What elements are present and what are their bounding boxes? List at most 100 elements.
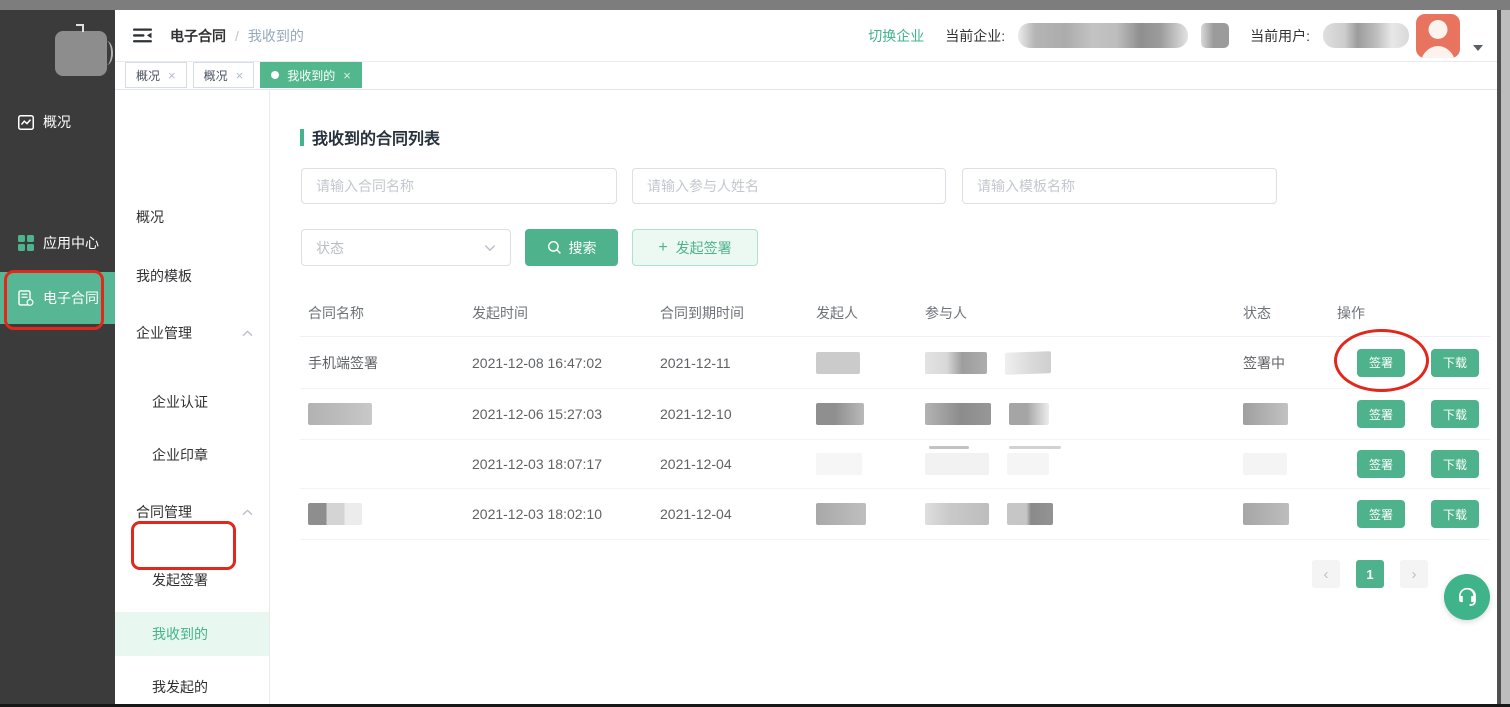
primary-sidebar-label: 应用中心 [43,233,99,253]
primary-sidebar-item-app-center[interactable]: 应用中心 [0,217,115,269]
avatar-torso-shape [1420,46,1456,58]
tab-close-icon[interactable]: × [236,69,244,82]
cell-expire-time: 2021-12-04 [660,489,812,539]
menu-item-enterprise-auth[interactable]: 企业认证 [115,382,269,422]
menu-label: 合同管理 [136,502,192,522]
download-button[interactable]: 下载 [1431,450,1479,478]
contract-name-input[interactable] [301,168,617,204]
table-row: 手机端签署 2021-12-08 16:47:02 2021-12-11 签署中… [300,337,1490,389]
cell-contract-name-redacted [308,389,468,439]
cell-actions: 签署 下载 [1337,389,1497,439]
tab-label: 我收到的 [287,67,335,84]
breadcrumb-section[interactable]: 电子合同 [170,26,226,46]
cell-initiator-redacted [816,389,922,439]
cell-actions: 签署 下载 [1337,337,1497,388]
table-row: 2021-12-03 18:07:17 2021-12-04 签署 下载 [300,440,1490,489]
page-title: 我收到的合同列表 [312,125,440,149]
current-company-suffix-redacted [1201,23,1229,48]
tab-close-icon[interactable]: × [343,69,351,82]
open-tabs-bar: 概况 × 概况 × 我收到的 × [115,62,1497,90]
pagination: ‹ 1 › [1312,560,1428,588]
cell-expire-time: 2021-12-11 [660,337,812,388]
sign-button[interactable]: 签署 [1357,400,1405,428]
menu-item-initiated-by-me[interactable]: 我发起的 [115,667,269,707]
menu-label: 企业印章 [152,445,208,465]
menu-item-received-by-me[interactable]: 我收到的 [115,612,269,656]
cell-initiator-redacted [816,489,922,539]
primary-sidebar-label: 电子合同 [43,288,99,308]
sign-button[interactable]: 签署 [1357,500,1405,528]
sidebar-collapse-icon[interactable] [133,28,152,43]
menu-item-enterprise-seal[interactable]: 企业印章 [115,435,269,475]
download-button[interactable]: 下载 [1431,400,1479,428]
menu-group-enterprise-management[interactable]: 企业管理 [115,313,269,353]
search-button-label: 搜索 [569,238,597,258]
cell-contract-name: 手机端签署 [308,337,468,388]
table-row: 2021-12-03 18:02:10 2021-12-04 签署 下载 [300,489,1490,540]
menu-label: 我发起的 [152,677,208,697]
cell-status-redacted [1243,489,1333,539]
cell-status-redacted [1243,440,1333,488]
search-button[interactable]: 搜索 [525,229,618,266]
cell-participants-redacted [925,389,1239,439]
line-chart-icon [17,115,34,130]
tab-label: 概况 [204,67,228,84]
col-contract-name: 合同名称 [308,290,468,336]
top-header: 电子合同 / 我收到的 切换企业 当前企业: 当前用户: [115,10,1497,62]
tab-overview-2[interactable]: 概况 × [193,62,255,88]
download-button[interactable]: 下载 [1431,349,1479,377]
initiate-signing-label: 发起签署 [676,238,732,258]
window-top-strip [0,0,1510,10]
cell-start-time: 2021-12-08 16:47:02 [472,337,656,388]
template-name-input[interactable] [962,168,1277,204]
col-status: 状态 [1243,290,1333,336]
avatar-head-shape [1429,20,1448,39]
menu-item-my-templates[interactable]: 我的模板 [115,256,269,296]
menu-label: 发起签署 [152,570,208,590]
app-logo-mark [100,41,113,65]
primary-sidebar-item-e-contract[interactable]: 电子合同 [0,272,115,324]
cell-contract-name-redacted [308,489,468,539]
current-company-label: 当前企业: [945,26,1005,46]
sign-button[interactable]: 签署 [1357,349,1405,377]
menu-group-contract-management[interactable]: 合同管理 [115,492,269,532]
section-title: 我收到的合同列表 [300,125,440,149]
status-select-placeholder: 状态 [316,238,344,258]
cell-status-redacted [1243,389,1333,439]
pagination-page-1[interactable]: 1 [1356,560,1384,588]
app-window: 概况 应用中心 电子合同 电子合同 / 我收到的 切换企业 当前企业: [0,0,1510,707]
tab-overview-1[interactable]: 概况 × [125,62,187,88]
col-participants: 参与人 [925,290,1239,336]
menu-item-initiate-signing[interactable]: 发起签署 [115,560,269,600]
menu-item-overview[interactable]: 概况 [115,197,269,237]
sign-button[interactable]: 签署 [1357,450,1405,478]
pagination-prev-button[interactable]: ‹ [1312,560,1340,588]
primary-sidebar-item-overview[interactable]: 概况 [0,96,115,148]
header-right-group: 切换企业 当前企业: 当前用户: [868,14,1483,58]
participant-name-input[interactable] [632,168,946,204]
plus-icon: + [658,240,667,256]
breadcrumb-separator: / [235,28,239,44]
contract-doc-icon [17,290,34,306]
tab-close-icon[interactable]: × [168,69,176,82]
customer-service-fab[interactable] [1444,574,1490,620]
user-menu-caret-icon[interactable] [1473,45,1483,51]
table-header-row: 合同名称 发起时间 合同到期时间 发起人 参与人 状态 操作 [300,290,1490,337]
app-logo-tick [76,24,84,32]
status-select[interactable]: 状态 [301,229,511,266]
primary-sidebar: 概况 应用中心 电子合同 [0,10,115,704]
user-avatar[interactable] [1416,14,1460,58]
pagination-next-button[interactable]: › [1400,560,1428,588]
headset-icon [1454,584,1480,610]
current-user-name-redacted [1323,23,1409,48]
initiate-signing-button[interactable]: + 发起签署 [632,229,758,266]
primary-sidebar-label: 概况 [43,112,71,132]
breadcrumb: 电子合同 / 我收到的 [170,26,304,46]
download-button[interactable]: 下载 [1431,500,1479,528]
cell-initiator-redacted [816,337,922,388]
cell-participants-redacted [925,489,1239,539]
secondary-sidebar: 概况 我的模板 企业管理 企业认证 企业印章 合同管理 发起签署 我收到的 我发… [115,90,270,704]
switch-company-link[interactable]: 切换企业 [868,26,924,46]
tab-received-contracts[interactable]: 我收到的 × [260,62,362,88]
app-grid-icon [17,235,34,251]
